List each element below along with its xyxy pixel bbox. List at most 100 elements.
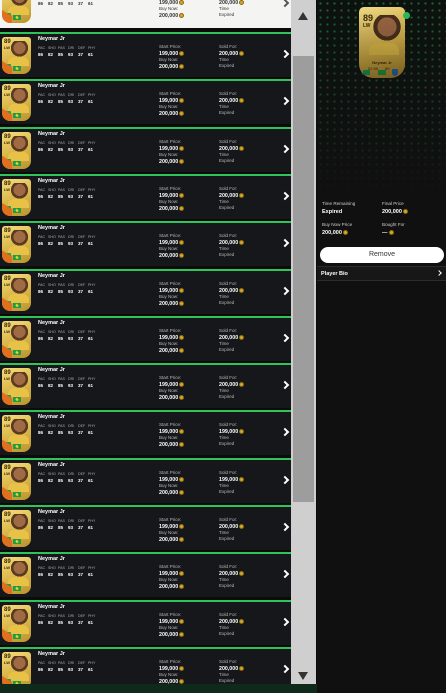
stat-4: DEF 37 xyxy=(78,188,85,199)
card-position: LW xyxy=(4,186,10,192)
stat-1: SHO 82 xyxy=(48,424,56,435)
chevron-right-icon[interactable] xyxy=(280,238,290,248)
stat-label: PAS xyxy=(58,424,65,429)
player-shirt xyxy=(8,246,29,256)
coin-icon xyxy=(239,571,245,577)
chevron-right-icon[interactable] xyxy=(280,428,290,437)
final-price-label: Final Price xyxy=(382,201,404,206)
stat-label: PAC xyxy=(38,187,46,192)
listing-row[interactable]: 89 LW Neymar Jr PAC 86 SHO 82 PAS 85 DRI… xyxy=(0,552,291,598)
chevron-right-icon[interactable] xyxy=(280,333,290,343)
player-name: Neymar Jr xyxy=(38,36,65,42)
chevron-right-icon[interactable] xyxy=(280,380,290,390)
stat-value: 37 xyxy=(78,430,84,436)
stat-value: 86 xyxy=(38,288,44,294)
coin-icon xyxy=(179,51,185,56)
stat-value: 61 xyxy=(88,383,94,389)
listing-row[interactable]: 89 LW Neymar Jr PAC 86 SHO 82 PAS 85 DRI… xyxy=(0,457,291,503)
listing-row[interactable]: 89 LW Neymar Jr PAC 86 SHO 82 PAS 85 DRI… xyxy=(0,599,291,645)
coin-icon xyxy=(179,382,185,388)
sale-column: Sold For: 200,000 Time Expired xyxy=(219,659,245,685)
chevron-right-icon[interactable] xyxy=(280,144,290,153)
stat-value: 61 xyxy=(88,52,94,57)
expired-label: Expired xyxy=(219,394,235,400)
player-card-thumb: 89 LW xyxy=(2,462,31,500)
listing-row[interactable]: 89 LW Neymar Jr PAC 86 SHO 82 PAS 85 DRI… xyxy=(0,315,291,361)
stat-4: DEF 37 xyxy=(78,330,85,341)
chevron-right-icon[interactable] xyxy=(280,286,290,295)
stat-3: DRI 93 xyxy=(68,141,75,152)
player-shirt xyxy=(8,530,29,539)
player-shirt xyxy=(8,340,29,350)
listing-row[interactable]: 89 LW Neymar Jr PAC 86 SHO 82 PAS 85 DRI… xyxy=(0,126,291,172)
stat-label: SHO xyxy=(48,329,56,334)
scrollbar-thumb[interactable] xyxy=(293,56,314,502)
buy-now-value: 200,000 xyxy=(159,347,179,354)
listing-row[interactable]: 89 LW Neymar Jr PAC 86 SHO 82 PAS 85 DRI… xyxy=(0,363,291,409)
stat-value: 82 xyxy=(48,146,54,152)
chevron-right-icon[interactable] xyxy=(280,664,290,674)
stat-value: 85 xyxy=(58,619,64,625)
stat-4: DEF 37 xyxy=(78,614,85,625)
listing-row[interactable]: 89 LW Neymar Jr PAC 86 SHO 82 PAS 85 DRI… xyxy=(0,79,291,125)
coin-icon xyxy=(402,209,408,215)
listing-row[interactable]: 89 LW Neymar Jr PAC 86 SHO 82 PAS 85 DRI… xyxy=(0,268,291,314)
chevron-right-icon[interactable] xyxy=(280,475,290,484)
stat-label: DEF xyxy=(78,660,86,665)
stat-label: PHY xyxy=(88,471,96,476)
stat-label: PHY xyxy=(88,329,96,334)
player-card-thumb: 89 LW xyxy=(2,178,31,216)
stat-value: 37 xyxy=(78,146,84,152)
listing-row[interactable]: 89 LW Neymar Jr PAC 86 SHO 82 PAS 85 DRI… xyxy=(0,173,291,219)
chevron-right-icon[interactable] xyxy=(280,0,290,8)
list-scrollbar[interactable] xyxy=(291,0,316,693)
buy-now-wrap: 200,000 xyxy=(159,631,185,639)
listing-list: 89 LW Neymar Jr PAC 86 SHO 82 PAS 85 DRI… xyxy=(0,0,291,693)
hero-fade xyxy=(317,0,446,195)
stat-4: DEF 37 xyxy=(78,235,85,246)
stat-label: DEF xyxy=(78,613,86,618)
sold-for-value: 200,000 xyxy=(219,240,239,247)
bought-for-label: Bought For xyxy=(382,222,405,227)
coin-icon xyxy=(179,476,185,482)
price-column: Start Price: 199,000 Buy Now: 200,000 xyxy=(159,375,185,402)
listing-row[interactable]: 89 LW Neymar Jr PAC 86 SHO 82 PAS 85 DRI… xyxy=(0,505,291,550)
buy-now-wrap: 200,000 xyxy=(159,442,185,449)
stat-5: PHY 61 xyxy=(88,614,95,625)
start-price-value: 199,000 xyxy=(159,523,179,530)
stat-value: 93 xyxy=(68,383,74,389)
remove-button[interactable]: Remove xyxy=(320,247,444,263)
stat-label: DEF xyxy=(78,471,86,476)
stat-2: PAS 85 xyxy=(58,188,65,199)
coin-icon xyxy=(179,395,185,401)
chevron-right-icon[interactable] xyxy=(280,191,290,201)
chevron-right-icon[interactable] xyxy=(280,570,290,579)
player-shirt xyxy=(8,435,29,445)
stat-value: 93 xyxy=(68,666,74,672)
expired-label: Expired xyxy=(219,252,235,258)
stat-value: 86 xyxy=(38,525,44,530)
chevron-right-icon[interactable] xyxy=(280,97,290,106)
coin-icon xyxy=(179,489,185,495)
listing-row[interactable]: 89 LW Neymar Jr PAC 86 SHO 82 PAS 85 DRI… xyxy=(0,410,291,456)
coin-icon xyxy=(239,287,245,293)
scroll-down-icon[interactable] xyxy=(298,672,308,680)
player-bio-button[interactable]: Player Bio xyxy=(317,267,446,281)
start-price-value: 199,000 xyxy=(159,192,179,199)
listing-row[interactable]: 89 LW Neymar Jr PAC 86 SHO 82 PAS 85 DRI… xyxy=(0,221,291,267)
stat-5: PHY 61 xyxy=(88,424,95,435)
price-column: Start Price: 199,000 Buy Now: 200,000 xyxy=(159,612,185,639)
card-position: LW xyxy=(4,328,10,334)
chevron-right-icon[interactable] xyxy=(280,49,290,59)
buy-now-value: 200,000 xyxy=(159,395,179,401)
sold-for-value: 200,000 xyxy=(219,145,239,152)
chevron-right-icon[interactable] xyxy=(280,617,290,626)
scroll-up-icon[interactable] xyxy=(298,12,308,20)
listing-row[interactable]: 89 LW Neymar Jr PAC 86 SHO 82 PAS 85 DRI… xyxy=(0,0,291,28)
stat-2: PAS 85 xyxy=(58,93,65,104)
start-price-value: 199,000 xyxy=(159,334,179,341)
stat-value: 85 xyxy=(58,146,64,152)
listing-row[interactable]: 89 LW Neymar Jr PAC 86 SHO 82 PAS 85 DRI… xyxy=(0,32,291,77)
chevron-right-icon[interactable] xyxy=(280,522,290,532)
stat-0: PAC 86 xyxy=(38,661,45,672)
